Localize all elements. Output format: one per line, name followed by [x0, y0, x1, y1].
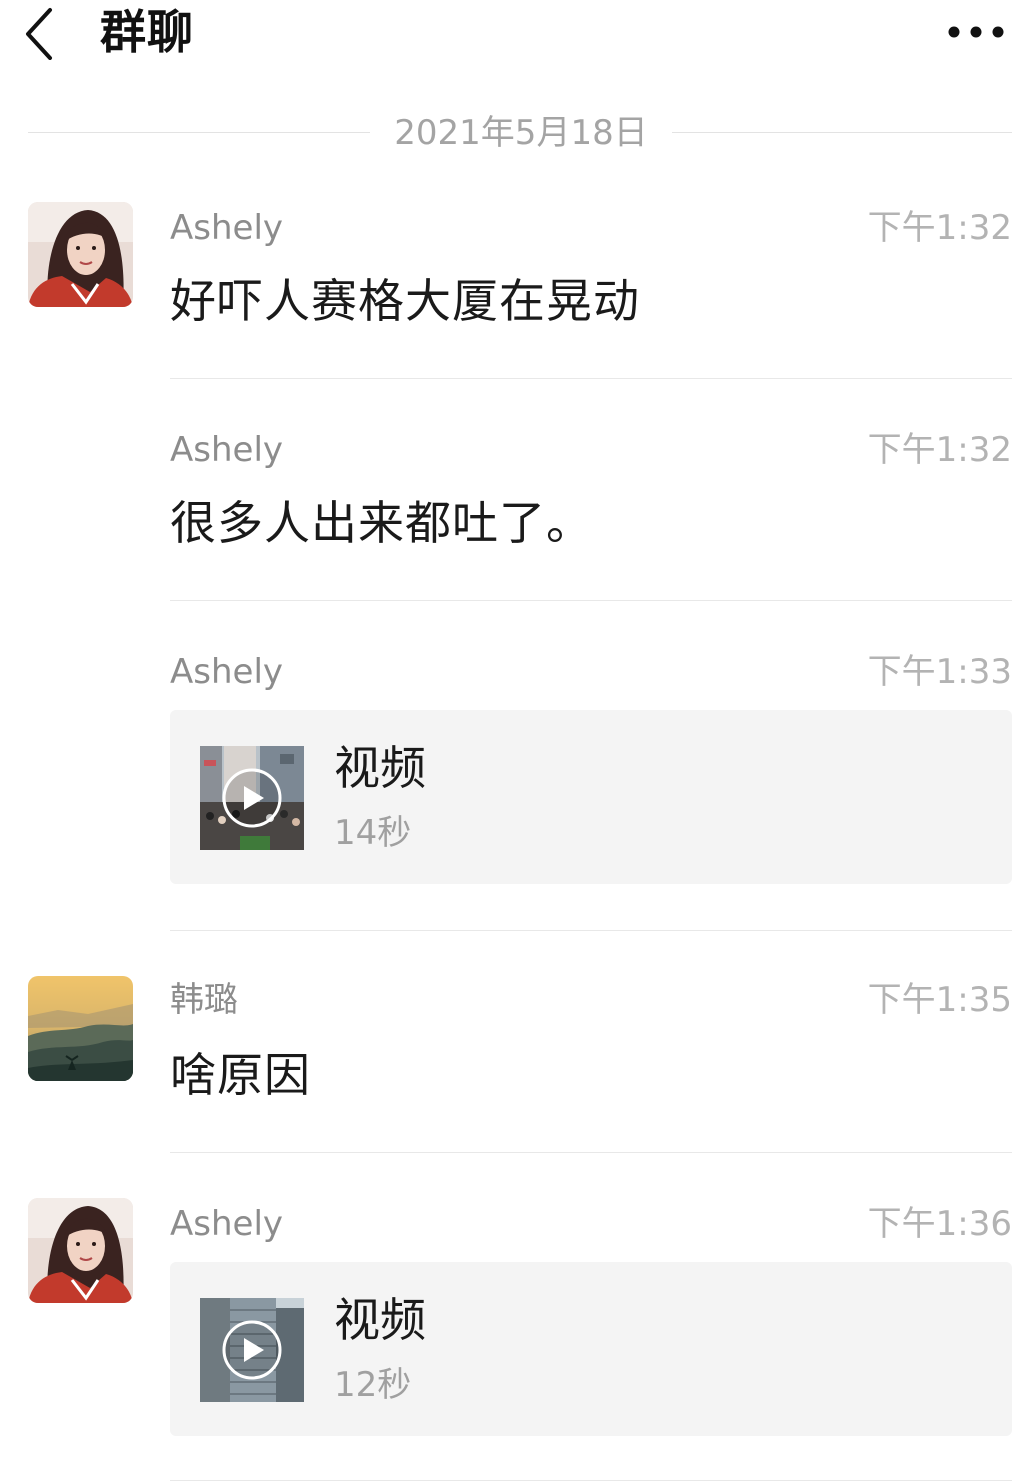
message-time: 下午1:32 — [867, 208, 1012, 248]
message-divider — [170, 930, 1012, 931]
message-divider — [170, 378, 1012, 379]
video-thumbnail[interactable] — [200, 1298, 304, 1402]
divider-line — [28, 132, 370, 133]
video-duration: 12秒 — [334, 1365, 412, 1405]
date-divider: 2021年5月18日 — [28, 108, 1012, 158]
sender-name: Ashely — [170, 430, 284, 470]
chat-page: 群聊 2021年5月18日 Ashely 下午1:32 好吓人赛格大厦在晃动 A… — [0, 0, 1036, 1484]
sender-name: 韩璐 — [170, 980, 238, 1020]
sender-name: Ashely — [170, 1204, 284, 1244]
video-thumbnail[interactable] — [200, 746, 304, 850]
avatar-ashely[interactable] — [28, 1198, 133, 1303]
video-label: 视频 — [334, 741, 426, 795]
chat-title: 群聊 — [100, 5, 194, 59]
message-divider — [170, 600, 1012, 601]
message-text[interactable]: 好吓人赛格大厦在晃动 — [170, 270, 640, 332]
more-dots-icon — [948, 26, 1004, 38]
message-time: 下午1:32 — [867, 430, 1012, 470]
message-text[interactable]: 啥原因 — [170, 1044, 311, 1106]
message-time: 下午1:33 — [867, 652, 1012, 692]
message-divider — [170, 1480, 1012, 1481]
message-time: 下午1:36 — [867, 1204, 1012, 1244]
video-card[interactable]: 视频 14秒 — [170, 710, 1012, 884]
avatar-ashely[interactable] — [28, 202, 133, 307]
back-button[interactable] — [18, 4, 62, 60]
chevron-left-icon — [26, 8, 52, 60]
sender-name: Ashely — [170, 652, 284, 692]
video-duration: 14秒 — [334, 813, 412, 853]
message-divider — [170, 1152, 1012, 1153]
video-label: 视频 — [334, 1293, 426, 1347]
more-button[interactable] — [944, 14, 1008, 50]
sender-name: Ashely — [170, 208, 284, 248]
date-label: 2021年5月18日 — [394, 113, 648, 153]
avatar-hanlu[interactable] — [28, 976, 133, 1081]
video-card[interactable]: 视频 12秒 — [170, 1262, 1012, 1436]
message-text[interactable]: 很多人出来都吐了。 — [170, 492, 593, 554]
message-time: 下午1:35 — [867, 980, 1012, 1020]
divider-line — [672, 132, 1012, 133]
nav-header: 群聊 — [0, 0, 1036, 66]
